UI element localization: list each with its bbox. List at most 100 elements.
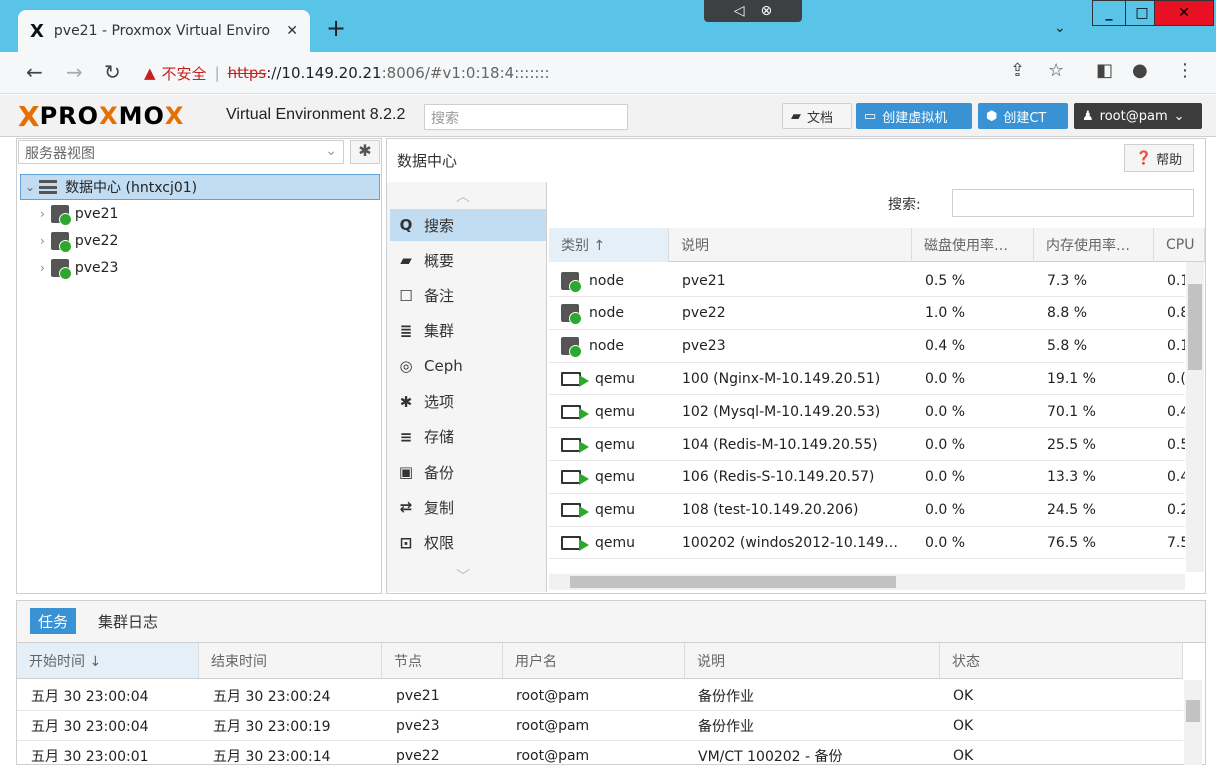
grid-search-input[interactable] [952,189,1194,217]
vm-running-icon [561,437,589,453]
warning-icon[interactable]: ▲ [144,64,156,82]
cell-text: 0.0 % [925,403,966,420]
grid-hscroll-thumb[interactable] [570,576,896,588]
storage-icon: ≡ [399,427,413,446]
table-row[interactable]: qemu 104 (Redis-M-10.149.20.55) 0.0 % 25.5 … [549,428,1185,461]
table-row[interactable]: qemu 108 (test-10.149.20.206) 0.0 % 24.5 % 0… [549,494,1185,527]
menu-scroll-up-icon[interactable]: ︿ [456,186,470,206]
cell-text: 1.0 % [925,305,966,322]
window-minimize-button[interactable]: _ [1092,0,1126,26]
menu-scroll-down-icon[interactable]: ﹀ [456,566,470,586]
table-row[interactable]: qemu 100202 (windos2012-10.149… 0.0 % 76.5 … [549,526,1185,560]
cell-desc: 108 (test-10.149.20.206) [682,494,912,527]
help-button[interactable]: ❓ 帮助 [1124,144,1194,172]
cell-text: 102 (Mysql-M-10.149.20.53) [682,403,881,420]
remote-session-bar[interactable]: ◁ ⊗ [704,0,802,22]
menu-item-replication[interactable]: ⇄ 复制 [390,491,546,523]
tab-cluster-log[interactable]: 集群日志 [98,608,158,634]
tree-item-pve21[interactable]: › pve21 [40,201,118,227]
tab-search-icon[interactable]: ⌄ [1054,20,1066,36]
forward-icon[interactable]: → [66,60,83,84]
menu-item-backup[interactable]: ▣ 备份 [390,456,546,488]
share-icon[interactable]: ⇪ [1010,60,1025,81]
col-start-header[interactable]: 开始时间 ↓ [17,643,199,679]
col-end-header[interactable]: 结束时间 [199,643,382,679]
cell-text: 100202 (windos2012-10.149… [682,534,898,551]
reload-icon[interactable]: ↻ [104,60,121,84]
table-row[interactable]: 五月 30 23:00:04 五月 30 23:00:24 pve21 root@pa… [17,681,1183,711]
col-mem-header[interactable]: 内存使用率… [1034,228,1154,262]
table-row[interactable]: node pve21 0.5 % 7.3 % 0.1 [549,264,1185,297]
back-icon[interactable]: ← [26,60,43,84]
col-node-header[interactable]: 节点 [382,643,503,679]
browser-menu-icon[interactable]: ⋮ [1176,60,1194,81]
table-row[interactable]: node pve22 1.0 % 8.8 % 0.8 [549,297,1185,330]
page-title: 数据中心 [397,152,458,170]
col-user-header[interactable]: 用户名 [503,643,685,679]
table-row[interactable]: 五月 30 23:00:04 五月 30 23:00:19 pve23 root@pa… [17,711,1183,741]
window-close-button[interactable]: ✕ [1154,0,1214,26]
cell-disk: 0.5 % [925,264,1035,297]
profile-avatar-icon[interactable]: ● [1132,60,1148,81]
search-icon: Q [399,216,413,234]
collapse-icon[interactable]: ⌄ [25,180,35,194]
cell-disk: 0.0 % [925,461,1035,494]
expand-icon[interactable]: › [40,207,45,221]
col-status-header[interactable]: 状态 [940,643,1183,679]
task-scroll-thumb[interactable] [1186,700,1200,722]
cell-start: 五月 30 23:00:04 [31,719,149,735]
col-cpu-header[interactable]: CPU [1154,228,1205,262]
menu-item-storage[interactable]: ≡ 存储 [390,421,546,453]
book-icon: ▰ [791,108,801,124]
menu-item-ceph[interactable]: ◎ Ceph [390,350,546,382]
url-field[interactable]: ▲ 不安全 | https ://10.149.20.21 :8006/#v1:… [144,58,1004,88]
global-search-input[interactable]: 搜索 [424,104,628,130]
tree-item-pve23[interactable]: › pve23 [40,255,118,281]
task-vertical-scrollbar[interactable] [1184,680,1202,765]
close-tab-icon[interactable]: ✕ [286,23,298,39]
insecure-label[interactable]: 不安全 [162,63,207,84]
gear-icon[interactable]: ✱ [350,140,380,164]
browser-tab[interactable]: X pve21 - Proxmox Virtual Enviro ✕ [18,10,310,52]
cell-text: 0.( [1167,370,1185,387]
bookmark-star-icon[interactable]: ☆ [1048,60,1064,81]
url-protocol: https [227,64,267,82]
menu-item-note[interactable]: ☐ 备注 [390,280,546,312]
server-online-icon [50,232,72,253]
create-ct-button[interactable]: ⬢ 创建CT [978,103,1068,129]
new-tab-button[interactable]: + [326,14,346,42]
table-row[interactable]: qemu 102 (Mysql-M-10.149.20.53) 0.0 % 70.1 … [549,395,1185,429]
expand-icon[interactable]: › [40,234,45,248]
menu-item-search[interactable]: Q 搜索 [390,209,546,241]
col-type-header[interactable]: 类别 ↑ [549,228,669,262]
menu-item-book[interactable]: ▰ 概要 [390,244,546,276]
table-row[interactable]: 五月 30 23:00:01 五月 30 23:00:14 pve22 root@pa… [17,741,1183,765]
table-row[interactable]: qemu 106 (Redis-S-10.149.20.57) 0.0 % 13.3 … [549,461,1185,494]
create-vm-button[interactable]: ▭ 创建虚拟机 [856,103,972,129]
sidebar-icon[interactable]: ◧ [1096,60,1113,81]
grid-scroll-thumb[interactable] [1188,284,1202,370]
view-selector[interactable]: 服务器视图 ⌄ [18,140,344,164]
menu-item-cluster[interactable]: ≣ 集群 [390,315,546,347]
cell-type: qemu [561,362,669,395]
tree-item-pve22[interactable]: › pve22 [40,228,118,254]
menu-item-gear[interactable]: ✱ 选项 [390,386,546,418]
cell-start: 五月 30 23:00:01 [31,749,149,765]
col-desc-header[interactable]: 说明 [685,643,940,679]
table-row[interactable]: node pve23 0.4 % 5.8 % 0.1 [549,330,1185,363]
pin-icon[interactable]: ◁ [734,3,745,19]
expand-icon[interactable]: › [40,261,45,275]
col-disk-header[interactable]: 磁盘使用率… [912,228,1034,262]
table-row[interactable]: qemu 100 (Nginx-M-10.149.20.51) 0.0 % 19.1 … [549,362,1185,396]
server-online-icon [50,259,72,280]
col-desc-header[interactable]: 说明 [669,228,912,262]
proxmox-logo[interactable]: X PRO X MO X [18,100,184,133]
menu-item-unlock[interactable]: ⊡ 权限 [390,527,546,559]
cube-icon: ⬢ [986,108,998,124]
user-menu-button[interactable]: ♟ root@pam ⌄ [1074,103,1202,129]
docs-button[interactable]: ▰ 文档 [782,103,852,129]
tree-item-datacenter[interactable]: ⌄ 数据中心 (hntxcj01) [20,174,380,200]
tab-tasks[interactable]: 任务 [30,608,77,634]
close-session-icon[interactable]: ⊗ [761,3,773,19]
cell-disk: 0.4 % [925,330,1035,363]
